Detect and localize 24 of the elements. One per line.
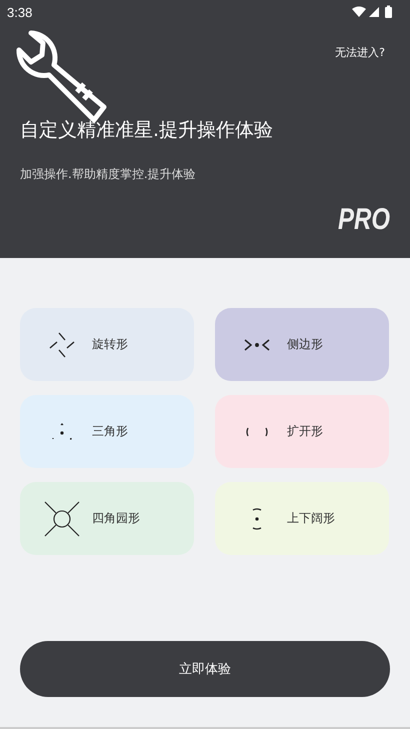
card-label: 扩开形 xyxy=(287,423,323,440)
crosshair-icon xyxy=(49,332,75,358)
card-label: 上下阔形 xyxy=(287,510,335,527)
card-label: 三角形 xyxy=(92,423,128,440)
card-label: 侧边形 xyxy=(287,336,323,353)
status-time: 3:38 xyxy=(7,4,32,20)
crosshair-card[interactable]: 扩开形 xyxy=(215,395,389,468)
card-label: 旋转形 xyxy=(92,336,128,353)
crosshair-icon xyxy=(244,338,270,350)
crosshair-card[interactable]: 侧边形 xyxy=(215,308,389,381)
card-label: 四角园形 xyxy=(92,510,140,527)
crosshair-card[interactable]: 上下阔形 xyxy=(215,482,389,555)
crosshair-card[interactable]: 四角园形 xyxy=(20,482,194,555)
header-subtitle: 加强操作.帮助精度掌控.提升体验 xyxy=(20,166,197,183)
crosshair-card[interactable]: 旋转形 xyxy=(20,308,194,381)
crosshair-icon xyxy=(52,422,72,440)
crosshair-icon xyxy=(44,500,80,536)
header-title: 自定义精准准星.提升操作体验 xyxy=(20,118,274,143)
crosshair-icon xyxy=(252,508,262,530)
crosshair-icon xyxy=(246,426,268,436)
start-button[interactable]: 立即体验 xyxy=(20,641,390,697)
help-link[interactable]: 无法进入? xyxy=(335,45,385,60)
pro-label: PRO xyxy=(338,203,390,237)
crosshair-card[interactable]: 三角形 xyxy=(20,395,194,468)
